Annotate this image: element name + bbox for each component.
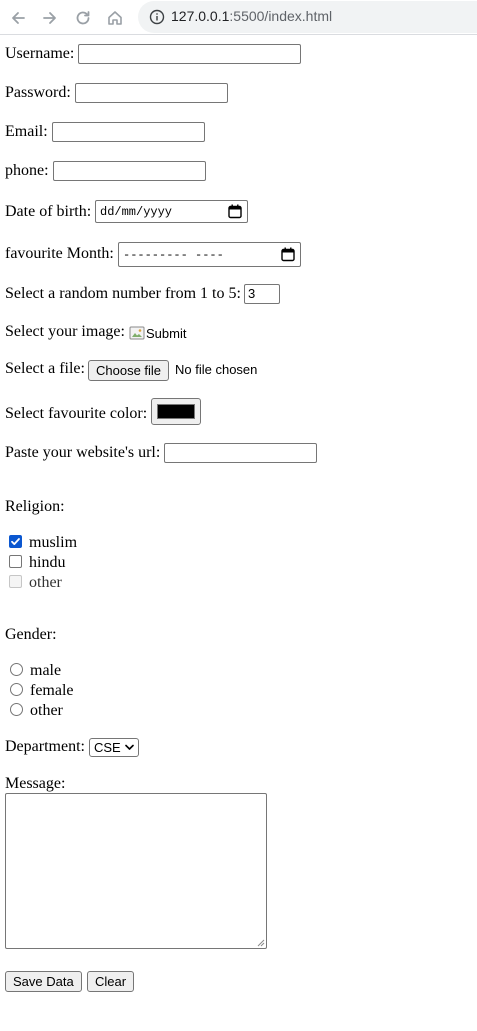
file-status: No file chosen	[175, 362, 258, 377]
website-url-input[interactable]	[164, 443, 317, 463]
month-input[interactable]: --------- ----	[118, 242, 301, 267]
religion-checkbox-hindu[interactable]	[9, 555, 22, 568]
gender-radio-other[interactable]	[10, 703, 23, 716]
clear-button[interactable]: Clear	[87, 971, 135, 992]
number-label: Select a random number from 1 to 5:	[5, 285, 241, 302]
image-submit-button[interactable]: Submit	[129, 324, 186, 342]
back-arrow-icon	[12, 12, 25, 24]
forward-button[interactable]	[38, 6, 62, 30]
password-input[interactable]	[75, 83, 228, 103]
color-swatch	[157, 404, 195, 419]
message-textarea[interactable]	[5, 793, 267, 949]
religion-option-label: muslim	[29, 534, 78, 551]
url-path: :5500/index.html	[229, 8, 333, 24]
color-picker[interactable]	[151, 398, 201, 425]
color-label: Select favourite color:	[5, 405, 148, 422]
browser-toolbar: 127.0.0.1:5500/index.html	[0, 0, 477, 35]
religion-checkbox-muslim[interactable]	[9, 535, 22, 548]
phone-label: phone:	[5, 162, 49, 179]
url-text: 127.0.0.1:5500/index.html	[171, 8, 332, 24]
url-host: 127.0.0.1	[171, 8, 230, 24]
religion-option-label: other	[29, 574, 62, 591]
choose-file-button[interactable]: Choose file	[88, 360, 170, 381]
gender-option-label: other	[30, 702, 63, 719]
password-label: Password:	[5, 84, 71, 101]
number-input[interactable]: 3	[244, 284, 280, 304]
department-label: Department:	[5, 738, 85, 755]
home-icon	[108, 11, 122, 25]
gender-option-label: male	[30, 662, 62, 679]
department-select[interactable]: CSE	[89, 738, 139, 757]
chevron-down-icon	[125, 744, 134, 750]
message-label: Message:	[5, 775, 66, 792]
username-label: Username:	[5, 45, 75, 62]
reload-button[interactable]	[71, 6, 95, 30]
file-label: Select a file:	[5, 360, 85, 377]
back-button[interactable]	[6, 6, 30, 30]
website-url-label: Paste your website's url:	[5, 444, 161, 461]
save-data-button[interactable]: Save Data	[5, 971, 82, 992]
dob-input[interactable]: dd/mm/yyyy	[95, 200, 248, 223]
reload-icon	[76, 11, 90, 25]
number-value: 3	[248, 286, 256, 301]
forward-arrow-icon	[43, 12, 56, 24]
image-label: Select your image:	[5, 323, 125, 340]
email-input[interactable]	[52, 122, 205, 142]
broken-image-icon	[129, 326, 145, 340]
religion-option-label: hindu	[29, 554, 66, 571]
dob-label: Date of birth:	[5, 203, 92, 220]
calendar-icon[interactable]	[281, 247, 295, 262]
image-alt-text: Submit	[146, 325, 187, 341]
month-placeholder: --------- ----	[123, 248, 224, 262]
gender-radio-male[interactable]	[10, 663, 23, 676]
gender-option-label: female	[30, 682, 74, 699]
religion-label: Religion:	[5, 498, 65, 515]
info-icon[interactable]	[149, 9, 165, 25]
username-input[interactable]	[78, 44, 301, 64]
home-button[interactable]	[103, 6, 127, 30]
religion-checkbox-other	[9, 575, 22, 588]
department-value: CSE	[94, 740, 121, 755]
calendar-icon[interactable]	[228, 204, 242, 219]
gender-radio-female[interactable]	[10, 683, 23, 696]
dob-placeholder: dd/mm/yyyy	[100, 205, 173, 219]
address-bar[interactable]: 127.0.0.1:5500/index.html	[138, 1, 477, 33]
month-label: favourite Month:	[5, 245, 114, 262]
gender-label: Gender:	[5, 626, 57, 643]
email-label: Email:	[5, 123, 48, 140]
resize-handle-icon[interactable]	[256, 938, 265, 947]
checkmark-icon	[11, 538, 20, 545]
phone-input[interactable]	[53, 161, 206, 181]
